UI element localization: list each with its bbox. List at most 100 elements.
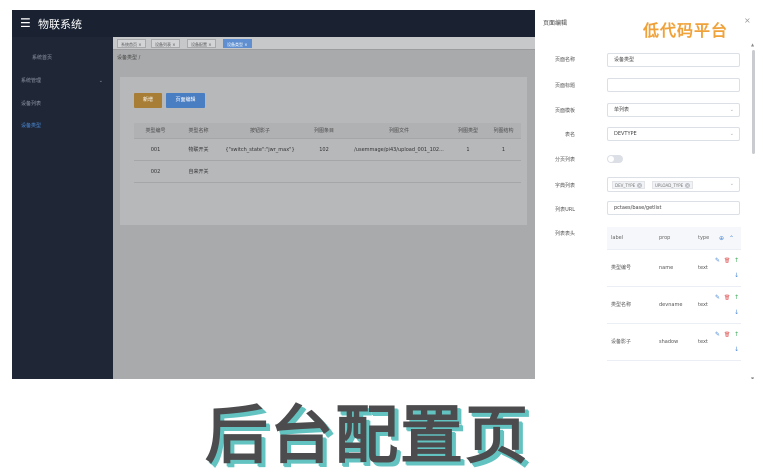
page-title-input[interactable] (607, 78, 740, 92)
chevron-down-icon: ⌄ (729, 107, 734, 113)
close-icon[interactable]: × (685, 183, 691, 188)
table-header-cell: 列图结构 (493, 128, 514, 134)
column-row[interactable]: 类型编号 name text ✎ 🗑 ↑ ↓ (607, 250, 741, 287)
column-prop-value: name (659, 265, 674, 271)
delete-icon[interactable]: 🗑 (724, 295, 730, 301)
move-up-icon[interactable]: ↑ (734, 258, 739, 264)
table-header-cell: 按钮影子 (249, 128, 270, 134)
sidebar-item-label: 设备列表 (21, 101, 42, 107)
close-icon[interactable]: × (744, 16, 751, 25)
page-template-select[interactable]: 单列表 ⌄ (607, 103, 740, 117)
column-label-value: 设备影子 (611, 339, 632, 345)
page-template-value: 单列表 (614, 107, 630, 113)
column-label-value: 类型名称 (611, 302, 632, 308)
column-header-type: type (698, 235, 710, 241)
edit-icon[interactable]: ✎ (715, 295, 720, 301)
table-cell: 102 (319, 147, 329, 153)
sidebar-item-home[interactable]: 系统首页 (12, 47, 113, 69)
delete-icon[interactable]: 🗑 (724, 332, 730, 338)
column-type-value: text (698, 265, 708, 271)
table-header-row: 类型编号 类型名称 按钮影子 列图条目 列图文件 列图类型 列图结构 (134, 123, 521, 139)
column-row[interactable]: 类型名称 devname text ✎ 🗑 ↑ ↓ (607, 287, 741, 324)
table-cell: 001 (150, 147, 161, 153)
top-bar: ☰ 物联系统 (12, 10, 535, 37)
sidebar-item-device-list[interactable]: 设备列表 (12, 93, 113, 115)
dict-tag-label: UPLOAD_TYPE (655, 183, 684, 188)
move-down-icon[interactable]: ↓ (734, 310, 739, 316)
column-type-value: text (698, 302, 708, 308)
delete-icon[interactable]: 🗑 (724, 258, 730, 264)
column-table-header: label prop type ⊕ ⌃ (607, 227, 741, 250)
breadcrumb: 设备类型 / (117, 55, 141, 61)
table-header-cell: 类型编号 (145, 128, 166, 134)
list-url-input[interactable]: pctaes/base/getlist (607, 201, 740, 215)
page-edit-drawer: 页面编辑 低代码平台 × 页面名称 设备类型 页面标题 页面模板 单列表 ⌄ 表… (535, 10, 759, 379)
chevron-down-icon: ⌄ (729, 131, 734, 137)
edit-icon[interactable]: ✎ (715, 258, 720, 264)
move-down-icon[interactable]: ↓ (734, 347, 739, 353)
chevron-down-icon: ⌄ (729, 181, 734, 187)
collapse-icon[interactable]: ⌃ (729, 227, 734, 250)
drawer-scrollbar[interactable]: ▲ ▼ (751, 42, 756, 379)
column-prop-value: devname (659, 302, 683, 308)
table-name-label: 表名 (564, 132, 575, 138)
table-row[interactable]: 001 物联开关 {"switch_state":"jwr_max"} 102 … (134, 139, 521, 161)
dict-list-select[interactable]: DEV_TYPE × UPLOAD_TYPE × ⌄ (607, 177, 740, 192)
scroll-up-icon[interactable]: ▲ (751, 42, 754, 47)
sidebar-item-label: 系统首页 (32, 55, 53, 61)
list-header-label: 列表表头 (554, 231, 575, 237)
scroll-down-icon[interactable]: ▼ (751, 376, 754, 379)
table-name-select[interactable]: DEVTYPE ⌄ (607, 127, 740, 141)
menu-icon[interactable]: ☰ (20, 16, 31, 30)
sidebar-item-device-type[interactable]: 设备类型 (12, 115, 113, 137)
dict-tag[interactable]: UPLOAD_TYPE × (652, 181, 694, 189)
table-cell: 1 (466, 147, 470, 153)
dict-tag[interactable]: DEV_TYPE × (612, 181, 646, 189)
move-up-icon[interactable]: ↑ (734, 332, 739, 338)
table-cell: 自来开关 (188, 169, 209, 175)
column-row[interactable]: 设备影子 shadow text ✎ 🗑 ↑ ↓ (607, 324, 741, 361)
add-icon[interactable]: ⊕ (719, 227, 724, 250)
pagination-toggle[interactable] (607, 155, 623, 163)
tab-device-list[interactable]: 设备列表 × (151, 39, 180, 48)
chevron-down-icon: ⌄ (98, 78, 103, 84)
column-header-label: label (611, 235, 624, 241)
sidebar-item-system[interactable]: 系统管理 ⌄ (12, 70, 113, 92)
sidebar-item-label: 系统管理 (21, 78, 42, 84)
dict-list-label: 字典列表 (554, 183, 575, 189)
move-up-icon[interactable]: ↑ (734, 295, 739, 301)
page-name-input[interactable]: 设备类型 (607, 53, 740, 67)
table-cell: 1 (501, 147, 506, 153)
tab-device-type[interactable]: 设备类型 × (223, 39, 252, 48)
tab-home[interactable]: 系统首页 × (117, 39, 146, 48)
scrollbar-thumb[interactable] (752, 50, 755, 154)
column-prop-value: shadow (659, 339, 679, 345)
table-row[interactable]: 002 自来开关 (134, 161, 521, 183)
move-down-icon[interactable]: ↓ (734, 273, 739, 279)
sidebar: 系统首页 系统管理 ⌄ 设备列表 设备类型 (12, 37, 113, 379)
table-cell: 002 (150, 169, 161, 175)
tab-device-config[interactable]: 设备配置 × (187, 39, 216, 48)
column-config-table: label prop type ⊕ ⌃ 类型编号 name text ✎ 🗑 ↑… (607, 227, 741, 361)
table-cell: {"switch_state":"jwr_max"} (225, 147, 295, 153)
page-edit-button[interactable]: 页面编辑 (166, 93, 205, 108)
table-cell: 物联开关 (188, 147, 209, 153)
add-button[interactable]: 新增 (134, 93, 162, 108)
sidebar-item-label: 设备类型 (21, 123, 42, 129)
table-name-value: DEVTYPE (614, 131, 637, 137)
pagination-label: 分页列表 (554, 157, 575, 163)
edit-icon[interactable]: ✎ (715, 332, 720, 338)
page-name-value: 设备类型 (614, 57, 635, 63)
table-header-cell: 类型名称 (188, 128, 209, 134)
close-icon[interactable]: × (637, 183, 643, 188)
list-url-value: pctaes/base/getlist (614, 205, 662, 211)
page-name-label: 页面名称 (554, 57, 575, 63)
content-panel: 新增 页面编辑 类型编号 类型名称 按钮影子 列图条目 列图文件 列图类型 列图… (120, 77, 527, 225)
page-caption: 后台配置页 (205, 399, 530, 470)
column-label-value: 类型编号 (611, 265, 632, 271)
page-title-label: 页面标题 (554, 83, 575, 89)
list-url-label: 列表URL (555, 207, 575, 213)
device-type-table: 类型编号 类型名称 按钮影子 列图条目 列图文件 列图类型 列图结构 001 物… (134, 123, 521, 183)
dict-tag-label: DEV_TYPE (615, 183, 636, 188)
main-content: 系统首页 × 设备列表 × 设备配置 × 设备类型 × 设备类型 / 新增 页面… (113, 37, 535, 379)
